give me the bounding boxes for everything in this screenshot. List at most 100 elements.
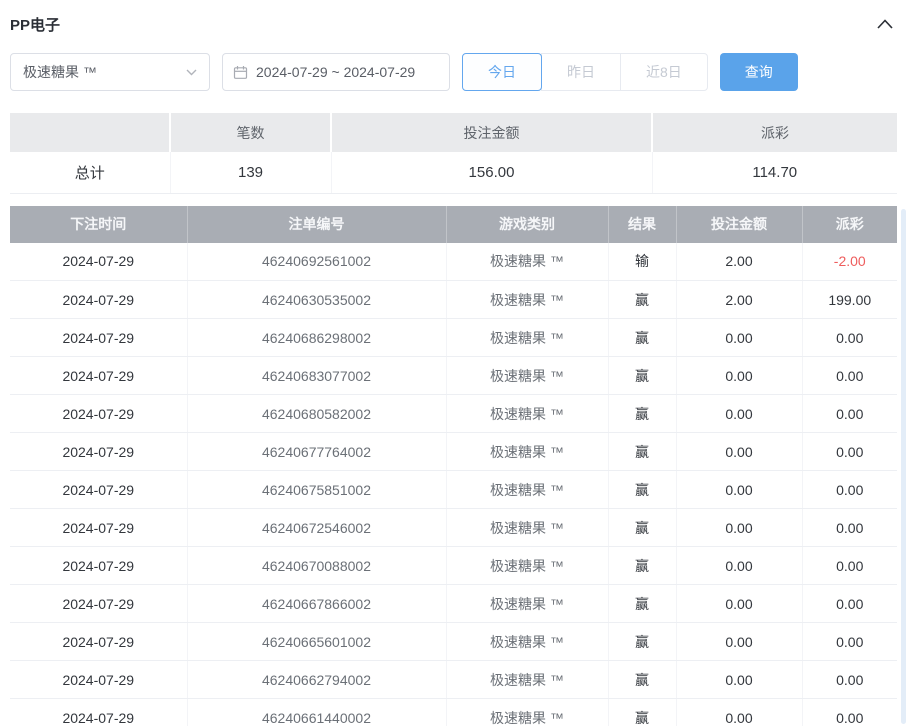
collapse-button[interactable] [873, 17, 897, 31]
summary-total-payout: 114.70 [652, 152, 897, 193]
game-select[interactable]: 极速糖果 ™ [10, 53, 210, 91]
cell-bet-time: 2024-07-29 [10, 509, 187, 547]
cell-bet-amount: 0.00 [676, 509, 802, 547]
bet-row: 2024-07-29 46240677764002 极速糖果 ™ 赢 0.00 … [10, 433, 897, 471]
cell-game-type: 极速糖果 ™ [446, 281, 608, 319]
cell-result: 赢 [608, 319, 676, 357]
cell-order-number: 46240680582002 [187, 395, 446, 433]
summary-col-blank [10, 113, 170, 152]
cell-game-type: 极速糖果 ™ [446, 585, 608, 623]
cell-payout: 0.00 [802, 509, 897, 547]
summary-total-row: 总计 139 156.00 114.70 [10, 152, 897, 193]
cell-result: 赢 [608, 357, 676, 395]
cell-payout: 0.00 [802, 547, 897, 585]
cell-bet-amount: 0.00 [676, 547, 802, 585]
yesterday-button[interactable]: 昨日 [541, 53, 621, 91]
chevron-down-icon [186, 69, 197, 76]
summary-col-bet-amount: 投注金额 [331, 113, 652, 152]
bet-row: 2024-07-29 46240675851002 极速糖果 ™ 赢 0.00 … [10, 471, 897, 509]
col-header-game-type: 游戏类别 [446, 206, 608, 243]
cell-game-type: 极速糖果 ™ [446, 319, 608, 357]
cell-result: 赢 [608, 623, 676, 661]
cell-bet-amount: 0.00 [676, 623, 802, 661]
bet-row: 2024-07-29 46240665601002 极速糖果 ™ 赢 0.00 … [10, 623, 897, 661]
cell-payout: 0.00 [802, 471, 897, 509]
filter-bar: 极速糖果 ™ 2024-07-29 ~ 2024-07-29 今日 昨日 近8日 [10, 53, 897, 91]
cell-order-number: 46240670088002 [187, 547, 446, 585]
bet-row: 2024-07-29 46240692561002 极速糖果 ™ 输 2.00 … [10, 243, 897, 281]
cell-bet-time: 2024-07-29 [10, 433, 187, 471]
cell-bet-amount: 0.00 [676, 585, 802, 623]
date-range-picker[interactable]: 2024-07-29 ~ 2024-07-29 [222, 53, 450, 91]
cell-bet-time: 2024-07-29 [10, 319, 187, 357]
cell-bet-time: 2024-07-29 [10, 243, 187, 281]
cell-order-number: 46240667866002 [187, 585, 446, 623]
query-button[interactable]: 查询 [720, 53, 798, 91]
summary-table: 笔数 投注金额 派彩 总计 139 156.00 114.70 [10, 113, 897, 194]
cell-game-type: 极速糖果 ™ [446, 395, 608, 433]
bet-row: 2024-07-29 46240630535002 极速糖果 ™ 赢 2.00 … [10, 281, 897, 319]
today-button[interactable]: 今日 [462, 53, 542, 91]
cell-bet-amount: 2.00 [676, 243, 802, 281]
panel-header: PP电子 [10, 8, 897, 40]
cell-bet-amount: 2.00 [676, 281, 802, 319]
bet-row: 2024-07-29 46240672546002 极速糖果 ™ 赢 0.00 … [10, 509, 897, 547]
cell-result: 赢 [608, 281, 676, 319]
cell-bet-time: 2024-07-29 [10, 357, 187, 395]
bet-row: 2024-07-29 46240661440002 极速糖果 ™ 赢 0.00 … [10, 699, 897, 726]
bet-table: 下注时间 注单编号 游戏类别 结果 投注金额 派彩 2024-07-29 462… [10, 206, 897, 726]
cell-game-type: 极速糖果 ™ [446, 699, 608, 726]
bet-row: 2024-07-29 46240667866002 极速糖果 ™ 赢 0.00 … [10, 585, 897, 623]
col-header-bet-amount: 投注金额 [676, 206, 802, 243]
cell-bet-time: 2024-07-29 [10, 585, 187, 623]
cell-bet-time: 2024-07-29 [10, 661, 187, 699]
summary-col-count: 笔数 [170, 113, 331, 152]
cell-order-number: 46240665601002 [187, 623, 446, 661]
col-header-payout: 派彩 [802, 206, 897, 243]
bet-row: 2024-07-29 46240670088002 极速糖果 ™ 赢 0.00 … [10, 547, 897, 585]
col-header-order-number: 注单编号 [187, 206, 446, 243]
cell-result: 赢 [608, 585, 676, 623]
cell-order-number: 46240683077002 [187, 357, 446, 395]
pp-electronic-panel: PP电子 极速糖果 ™ 2024- [0, 0, 907, 726]
cell-game-type: 极速糖果 ™ [446, 623, 608, 661]
cell-bet-time: 2024-07-29 [10, 699, 187, 726]
cell-order-number: 46240692561002 [187, 243, 446, 281]
bet-table-header-row: 下注时间 注单编号 游戏类别 结果 投注金额 派彩 [10, 206, 897, 243]
cell-bet-amount: 0.00 [676, 395, 802, 433]
cell-result: 输 [608, 243, 676, 281]
cell-game-type: 极速糖果 ™ [446, 661, 608, 699]
cell-bet-amount: 0.00 [676, 471, 802, 509]
cell-result: 赢 [608, 433, 676, 471]
summary-total-count: 139 [170, 152, 331, 193]
scrollbar[interactable] [901, 209, 906, 724]
cell-game-type: 极速糖果 ™ [446, 509, 608, 547]
col-header-result: 结果 [608, 206, 676, 243]
cell-payout: 0.00 [802, 699, 897, 726]
cell-bet-amount: 0.00 [676, 319, 802, 357]
summary-total-label: 总计 [10, 152, 170, 193]
summary-total-bet-amount: 156.00 [331, 152, 652, 193]
date-range-value: 2024-07-29 ~ 2024-07-29 [256, 64, 415, 80]
cell-payout: 0.00 [802, 395, 897, 433]
summary-header-row: 笔数 投注金额 派彩 [10, 113, 897, 152]
cell-payout: 0.00 [802, 661, 897, 699]
cell-order-number: 46240675851002 [187, 471, 446, 509]
last-8-days-button[interactable]: 近8日 [620, 53, 708, 91]
summary-col-payout: 派彩 [652, 113, 897, 152]
cell-bet-time: 2024-07-29 [10, 547, 187, 585]
cell-payout: 0.00 [802, 319, 897, 357]
calendar-icon [233, 65, 248, 80]
cell-bet-time: 2024-07-29 [10, 281, 187, 319]
cell-result: 赢 [608, 547, 676, 585]
cell-order-number: 46240672546002 [187, 509, 446, 547]
cell-game-type: 极速糖果 ™ [446, 357, 608, 395]
cell-bet-amount: 0.00 [676, 433, 802, 471]
cell-order-number: 46240661440002 [187, 699, 446, 726]
cell-bet-time: 2024-07-29 [10, 623, 187, 661]
cell-bet-time: 2024-07-29 [10, 471, 187, 509]
cell-order-number: 46240630535002 [187, 281, 446, 319]
cell-order-number: 46240662794002 [187, 661, 446, 699]
game-select-value: 极速糖果 ™ [23, 62, 97, 82]
cell-bet-amount: 0.00 [676, 357, 802, 395]
